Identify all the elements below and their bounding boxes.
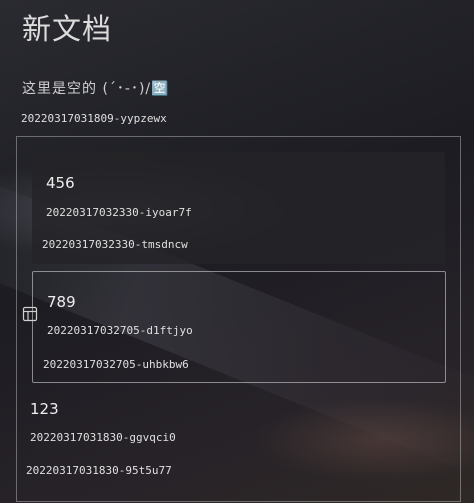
block-child-id[interactable]: 20220317032705-d1ftjyo — [47, 324, 193, 337]
block-row-id[interactable]: 20220317032705-uhbkbw6 — [43, 358, 189, 371]
block-row-id[interactable]: 20220317031830-95t5u77 — [26, 464, 172, 477]
empty-state-text: 这里是空的 (´･-･)/🈳 — [22, 81, 170, 97]
block-child-id[interactable]: 20220317032330-iyoar7f — [46, 206, 192, 219]
block-heading[interactable]: 789 — [47, 293, 76, 311]
block-heading[interactable]: 456 — [46, 174, 75, 192]
block-card-789[interactable]: 789 20220317032705-d1ftjyo 2022031703270… — [32, 271, 446, 383]
block-card-456[interactable]: 456 20220317032330-iyoar7f 2022031703233… — [32, 152, 445, 264]
table-icon[interactable] — [22, 306, 38, 322]
block-child-id[interactable]: 20220317031830-ggvqci0 — [30, 431, 176, 444]
block-heading[interactable]: 123 — [30, 400, 59, 418]
block-row-id[interactable]: 20220317032330-tmsdncw — [42, 238, 188, 251]
root-block-id[interactable]: 20220317031809-yypzewx — [21, 112, 167, 125]
page-title: 新文档 — [22, 12, 113, 46]
